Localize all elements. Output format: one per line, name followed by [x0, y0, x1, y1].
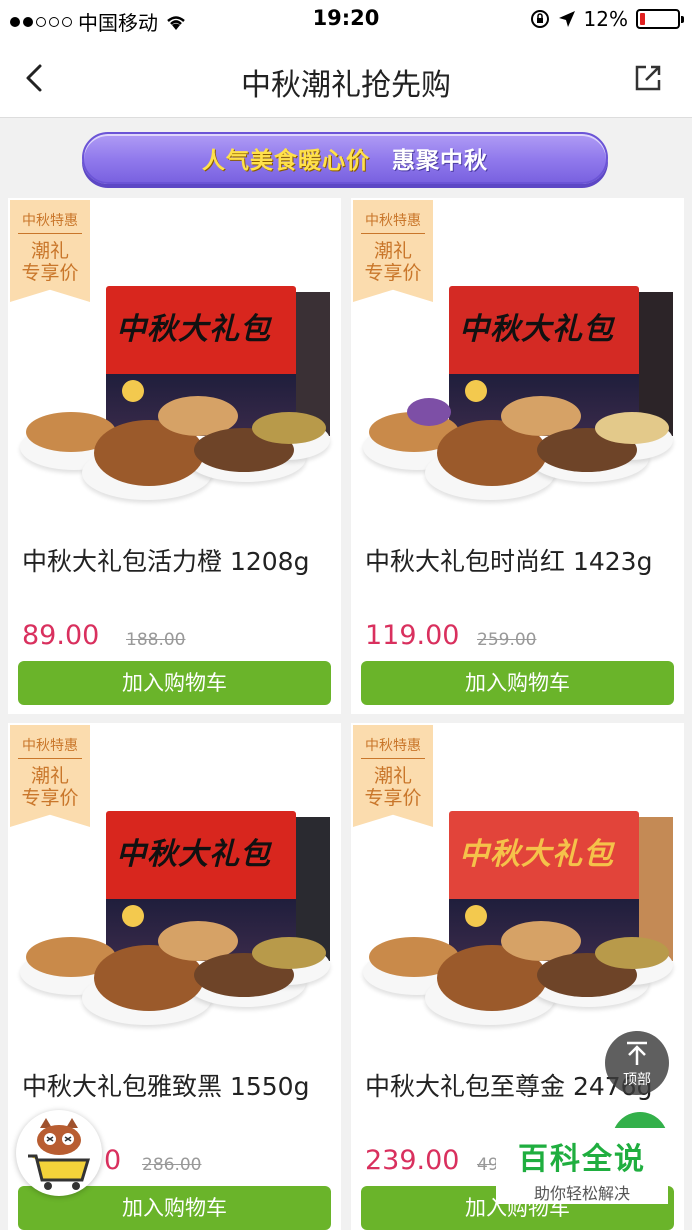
promo-tag-line3: 专享价	[364, 262, 422, 284]
rotation-lock-icon	[530, 10, 549, 28]
product-name[interactable]: 中秋大礼包时尚红 1423g	[365, 542, 652, 578]
back-to-top-button[interactable]: 顶部	[605, 1031, 669, 1095]
original-price: 188.00	[126, 630, 186, 650]
promo-tag-line3: 专享价	[21, 787, 79, 809]
watermark-subtitle: 助你轻松解决	[533, 1184, 630, 1203]
box-title: 中秋大礼包	[116, 312, 271, 347]
back-to-top-label: 顶部	[623, 1072, 651, 1088]
promo-tag-line2: 潮礼	[30, 765, 69, 787]
product-card[interactable]: 中秋大礼包 中秋特惠 潮礼 专享价	[351, 198, 684, 714]
battery-percent: 12%	[583, 7, 628, 31]
watermark-title: 百科全说	[518, 1142, 646, 1177]
box-title: 中秋大礼包	[116, 837, 271, 872]
banner-left-text: 人气美食暖心价	[202, 148, 370, 174]
product-card[interactable]: 中秋大礼包 中秋特惠 潮礼 专享价	[8, 198, 341, 714]
cat-cart-icon	[28, 1118, 91, 1190]
promo-tag-line1: 中秋特惠	[361, 200, 425, 234]
promo-tag-line2: 潮礼	[373, 240, 412, 262]
arrow-up-icon	[627, 1041, 647, 1065]
product-image[interactable]: 中秋大礼包 中秋特惠 潮礼 专享价	[8, 723, 341, 1053]
box-title: 中秋大礼包	[459, 837, 614, 872]
original-price: 259.00	[477, 630, 537, 650]
product-image[interactable]: 中秋大礼包 中秋特惠 潮礼 专享价	[8, 198, 341, 528]
add-to-cart-button[interactable]: 加入购物车	[18, 661, 331, 705]
promo-tag-line2: 潮礼	[30, 240, 69, 262]
box-title: 中秋大礼包	[459, 312, 614, 347]
product-name[interactable]: 中秋大礼包雅致黑 1550g	[22, 1067, 309, 1103]
watermark: 百科全说 助你轻松解决	[496, 1128, 668, 1204]
promo-tag: 中秋特惠 潮礼 专享价	[353, 200, 433, 302]
product-name[interactable]: 中秋大礼包活力橙 1208g	[22, 542, 309, 578]
product-price: 89.00	[22, 620, 100, 651]
promo-banner: 人气美食暖心价 惠聚中秋	[82, 132, 608, 184]
add-to-cart-button[interactable]: 加入购物车	[361, 661, 674, 705]
promo-tag: 中秋特惠 潮礼 专享价	[10, 725, 90, 827]
promo-tag-line2: 潮礼	[373, 765, 412, 787]
page-title: 中秋潮礼抢先购	[241, 68, 451, 103]
share-icon[interactable]	[632, 62, 664, 94]
product-price: 239.00	[365, 1145, 460, 1176]
location-icon	[558, 11, 575, 27]
product-image[interactable]: 中秋大礼包 中秋特惠 潮礼 专享价	[351, 198, 684, 528]
promo-tag-line3: 专享价	[364, 787, 422, 809]
banner-right-text: 惠聚中秋	[392, 148, 488, 174]
status-bar: 中国移动 19:20 12%	[0, 0, 692, 38]
product-price: 0	[104, 1145, 122, 1176]
nav-bar: 中秋潮礼抢先购	[0, 38, 692, 118]
mascot-cart-icon[interactable]	[16, 1110, 102, 1196]
promo-tag-line1: 中秋特惠	[18, 725, 82, 759]
product-image[interactable]: 中秋大礼包 中秋特惠 潮礼 专享价	[351, 723, 684, 1053]
product-price: 119.00	[365, 620, 460, 651]
promo-tag: 中秋特惠 潮礼 专享价	[353, 725, 433, 827]
promo-tag: 中秋特惠 潮礼 专享价	[10, 200, 90, 302]
status-right: 12%	[530, 7, 684, 31]
promo-tag-line1: 中秋特惠	[361, 725, 425, 759]
promo-tag-line3: 专享价	[21, 262, 79, 284]
battery-icon	[636, 9, 684, 29]
original-price: 286.00	[142, 1155, 202, 1175]
promo-tag-line1: 中秋特惠	[18, 200, 82, 234]
